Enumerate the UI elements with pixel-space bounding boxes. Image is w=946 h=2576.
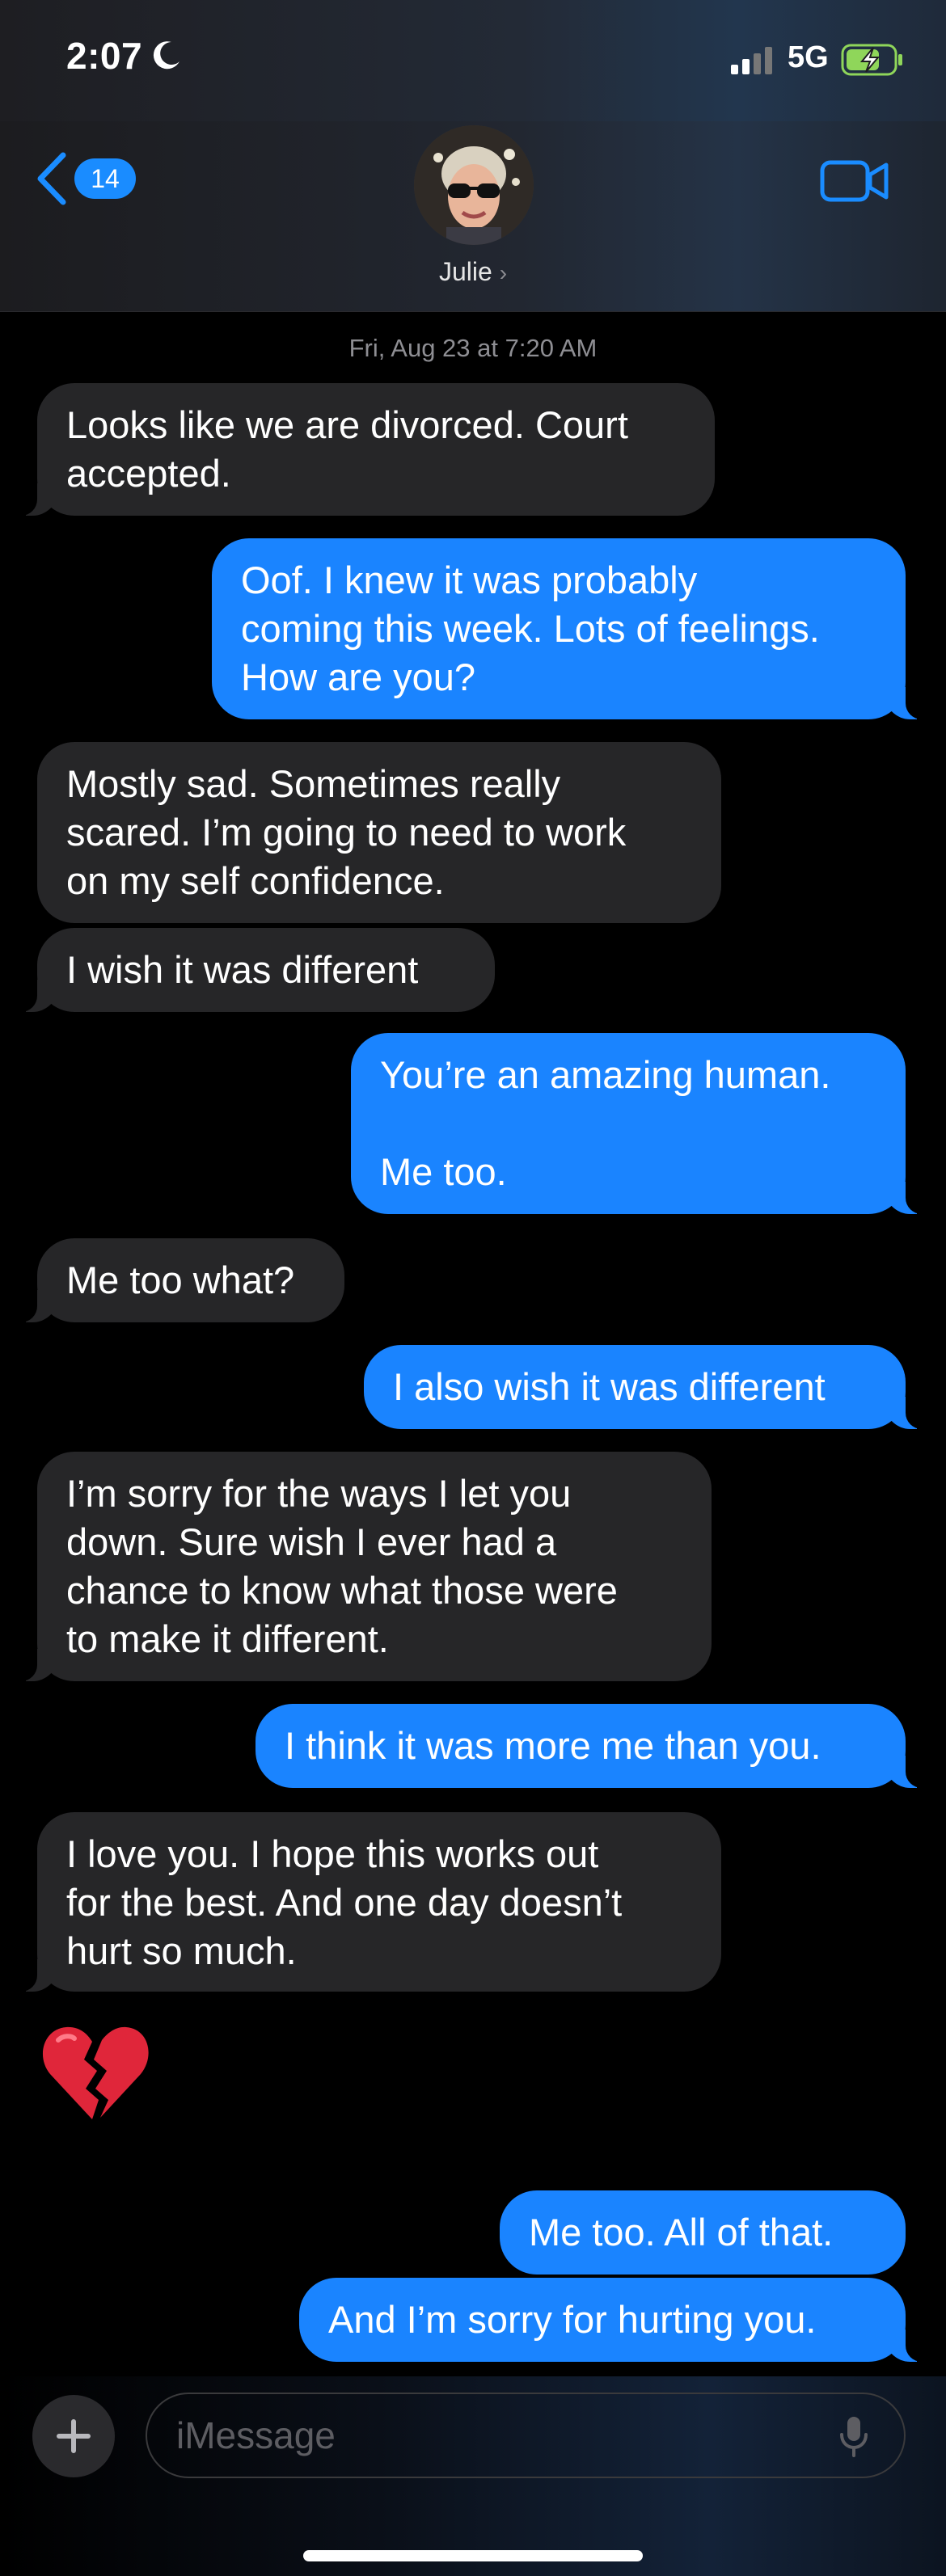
broken-heart-icon [42,2026,149,2119]
chevron-right-icon: › [499,260,508,285]
outgoing-message-bubble[interactable]: Me too. All of that. [500,2190,906,2275]
status-bar: 2:07 5G [0,0,946,121]
contact-name-label: Julie [438,257,492,286]
incoming-message-bubble[interactable]: I’m sorry for the ways I let you down. S… [13,1452,712,1681]
incoming-message-bubble[interactable]: Me too what? [13,1238,344,1322]
incoming-message-bubble[interactable]: Mostly sad. Sometimes really scared. I’m… [37,742,721,923]
outgoing-message-bubble[interactable]: Oof. I knew it was probably coming this … [212,538,930,719]
facetime-video-icon[interactable] [820,158,889,204]
back-button[interactable]: 14 [36,152,136,205]
contact-name[interactable]: Julie › [0,257,946,287]
cellular-signal-icon [731,47,772,74]
plus-icon [57,2419,91,2453]
battery-charging-icon [841,44,902,76]
moon-icon [153,41,179,70]
contact-avatar[interactable] [414,125,534,245]
unread-count-badge: 14 [74,158,136,199]
incoming-message-bubble[interactable]: I wish it was different [13,928,495,1012]
avatar-photo [414,125,534,245]
chevron-left-icon [37,152,66,205]
broken-heart-emoji-message[interactable]: 💔 [39,2021,152,2130]
outgoing-message-bubble[interactable]: I also wish it was different [364,1345,930,1429]
incoming-message-bubble[interactable]: I love you. I hope this works out for th… [13,1812,721,1992]
status-time: 2:07 [66,35,143,77]
microphone-icon[interactable] [839,2415,868,2457]
add-attachment-button[interactable] [32,2395,115,2477]
message-timestamp: Fri, Aug 23 at 7:20 AM [348,334,598,362]
message-input[interactable] [146,2393,906,2478]
home-indicator[interactable] [303,2550,643,2561]
outgoing-message-bubble[interactable]: I think it was more me than you. [256,1704,930,1788]
outgoing-message-bubble[interactable]: And I’m sorry for hurting you. [299,2278,930,2362]
outgoing-message-bubble[interactable]: You’re an amazing human. Me too. [351,1033,930,1214]
network-type: 5G [788,40,829,74]
incoming-message-bubble[interactable]: Looks like we are divorced. Court accept… [13,383,715,516]
